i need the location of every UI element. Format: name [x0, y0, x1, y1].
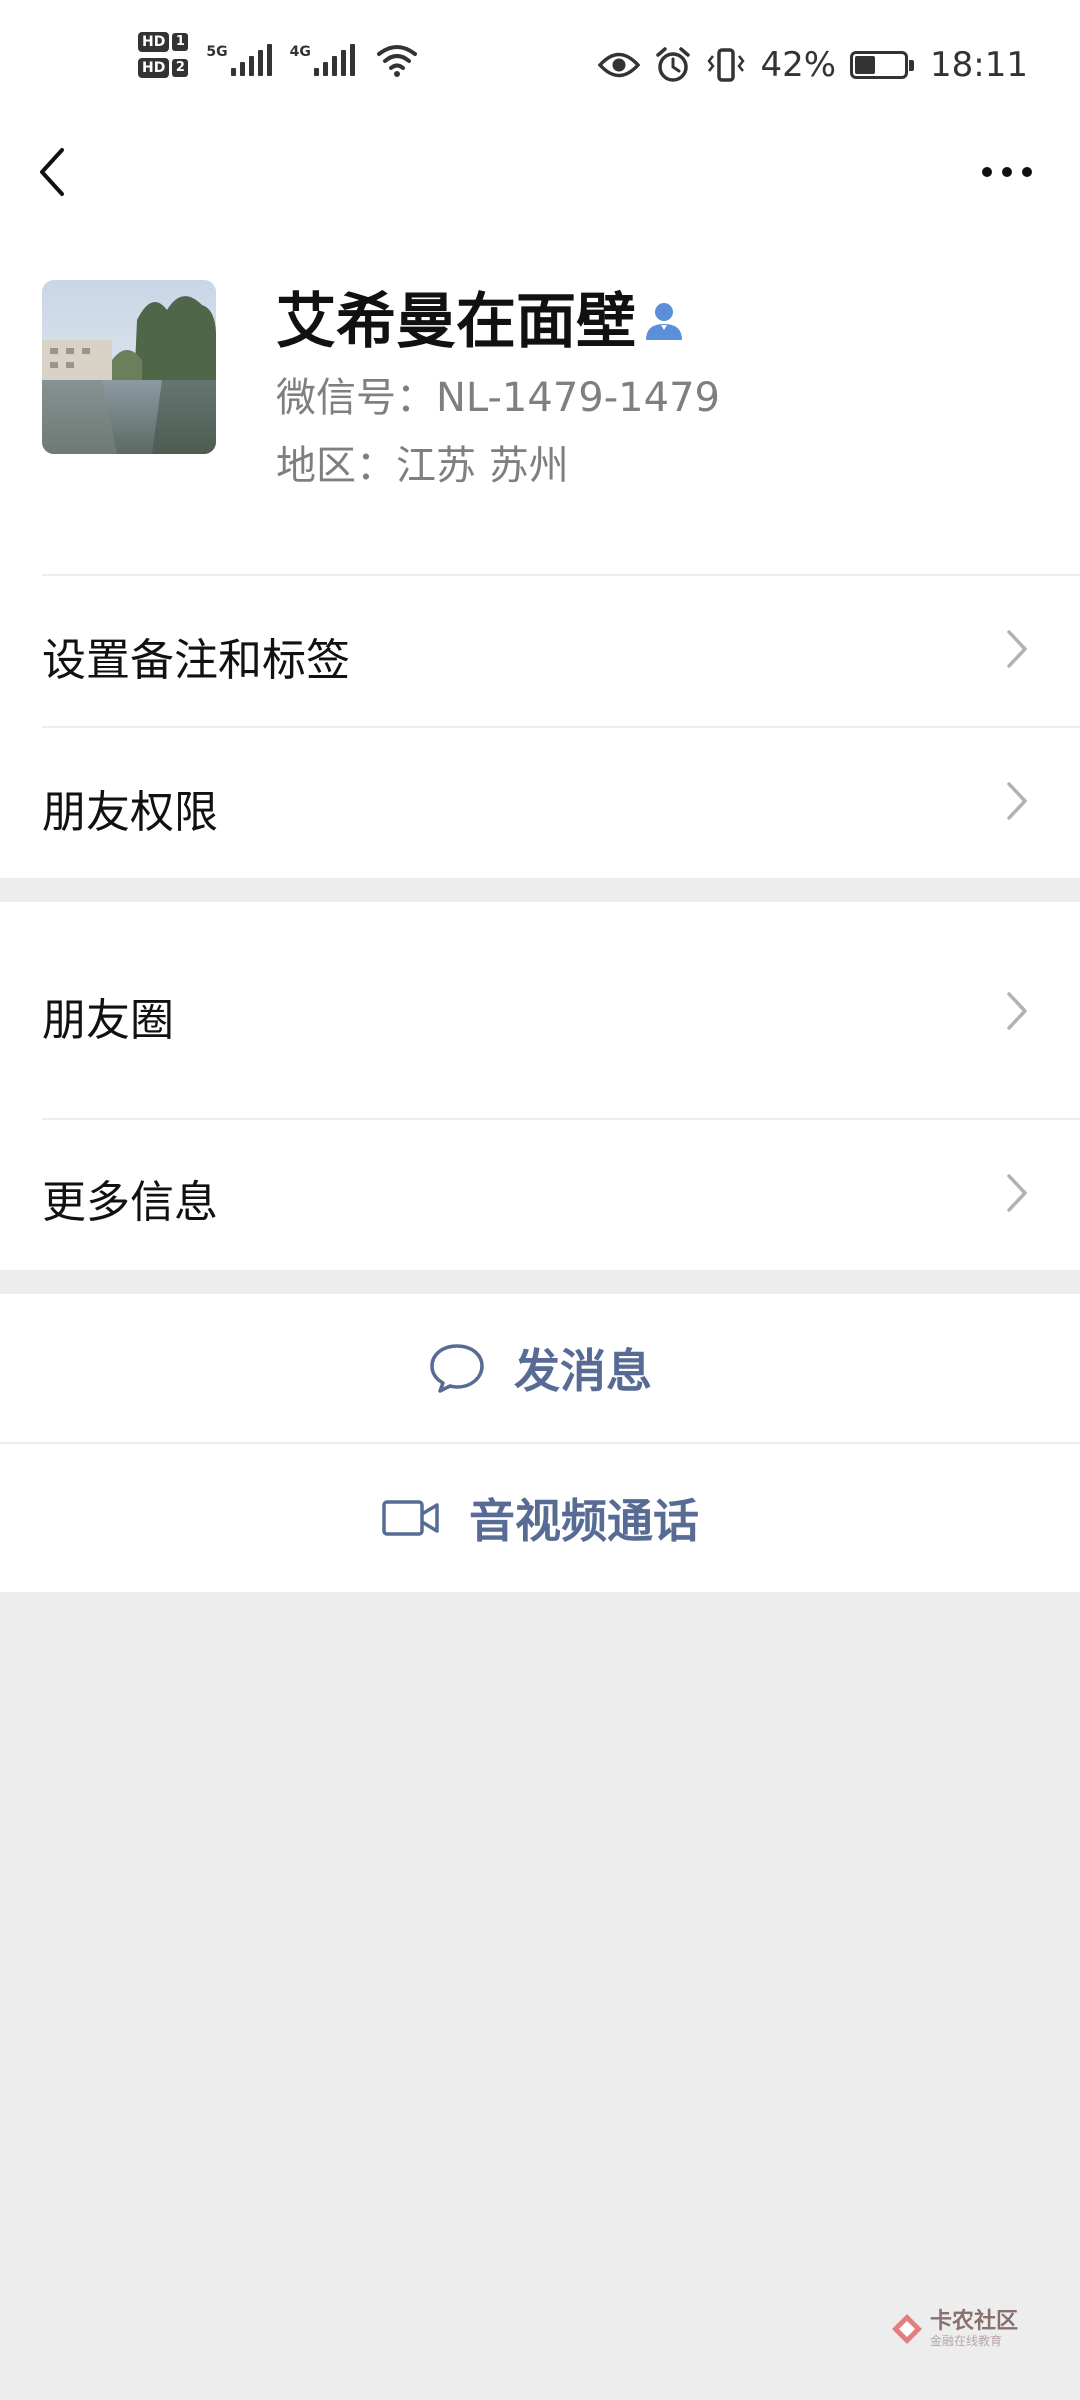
send-message-label: 发消息: [514, 1344, 652, 1398]
contact-name: 艾希曼在面壁: [276, 287, 636, 357]
av-call-label: 音视频通话: [469, 1494, 699, 1548]
battery-icon: [850, 51, 915, 79]
watermark-logo-icon: [891, 2314, 922, 2344]
network-4g-label: 4G: [289, 44, 311, 60]
person-icon: [646, 303, 682, 340]
chevron-right-icon: [1007, 992, 1027, 1030]
signal-icon: 4G: [290, 32, 355, 82]
alarm-icon: [656, 47, 691, 82]
more-icon[interactable]: [972, 150, 1042, 194]
chevron-right-icon: [1007, 1174, 1027, 1212]
clock: 18:11: [930, 45, 1028, 85]
av-call-button[interactable]: 音视频通话: [0, 1444, 1080, 1592]
chevron-right-icon: [1007, 630, 1027, 668]
menu-item-label: 朋友圈: [42, 995, 174, 1046]
sim1-badge: HD 1: [138, 32, 189, 52]
status-bar: HD 1 HD 2 5G 4G 42% 18:11: [0, 0, 1080, 130]
network-5g-label: 5G: [206, 44, 228, 60]
menu-item-remark-tags[interactable]: 设置备注和标签: [0, 576, 1080, 726]
battery-percent: 42%: [760, 45, 837, 85]
signal-icon: 5G: [206, 32, 272, 82]
status-bar-left: HD 1 HD 2 5G 4G: [138, 32, 419, 82]
region: 地区：江苏 苏州: [276, 443, 569, 489]
wechat-id: 微信号：NL-1479-1479: [276, 375, 720, 421]
menu-item-friend-permissions[interactable]: 朋友权限: [0, 728, 1080, 878]
menu-item-more-info[interactable]: 更多信息: [0, 1120, 1080, 1270]
sim2-hd-label: HD: [138, 58, 170, 78]
battery-level-fill: [855, 56, 876, 74]
menu-item-label: 朋友权限: [42, 787, 218, 838]
vibrate-icon: [707, 48, 746, 82]
watermark-subtitle: 金融在线教育: [929, 2334, 1002, 2348]
video-camera-icon: [382, 1500, 439, 1536]
chat-bubble-icon: [430, 1344, 484, 1393]
back-arrow-icon[interactable]: [28, 138, 78, 206]
sim1-number: 1: [172, 33, 189, 51]
wifi-icon: [376, 45, 417, 77]
avatar[interactable]: [42, 280, 216, 454]
menu-item-moments[interactable]: 朋友圈: [0, 902, 1080, 1118]
menu-item-label: 设置备注和标签: [42, 635, 350, 686]
menu-item-label: 更多信息: [42, 1177, 218, 1228]
watermark: 卡农社区 金融在线教育: [890, 2310, 1018, 2348]
eye-icon: [598, 52, 641, 78]
chevron-right-icon: [1007, 782, 1027, 820]
status-bar-right: 42% 18:11: [598, 40, 1028, 90]
sim1-hd-label: HD: [138, 32, 170, 52]
sim2-badge: HD 2: [138, 58, 189, 78]
sim2-number: 2: [172, 59, 189, 77]
send-message-button[interactable]: 发消息: [0, 1294, 1080, 1442]
watermark-title: 卡农社区: [929, 2309, 1018, 2334]
